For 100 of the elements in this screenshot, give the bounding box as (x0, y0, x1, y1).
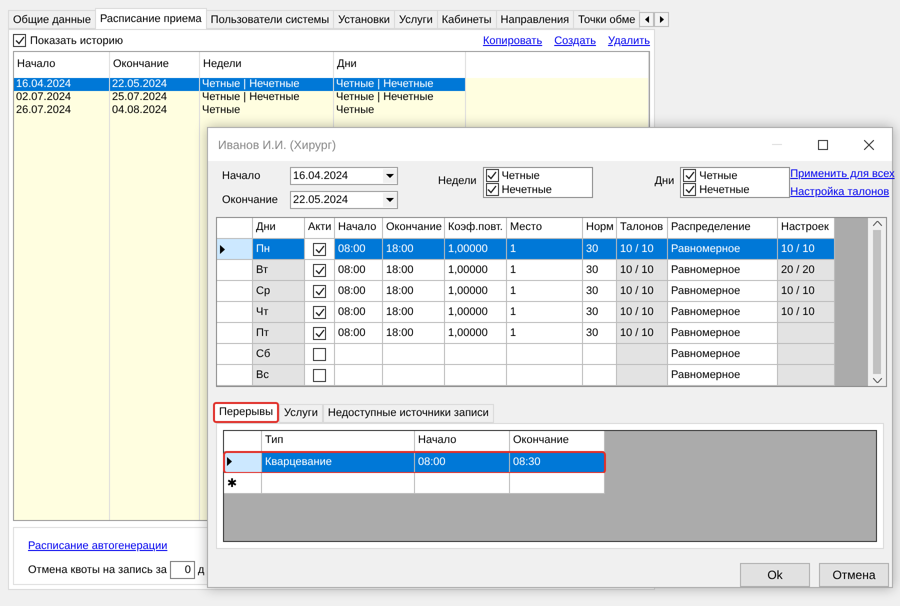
table-cell: 20 / 20 (778, 260, 835, 282)
column-header: Тип (262, 430, 415, 452)
checkbox-label: Четные (699, 170, 738, 182)
table-cell: 08:00 (335, 281, 383, 302)
checkbox[interactable] (313, 242, 326, 256)
tab[interactable]: Перерывы (213, 402, 280, 423)
table-cell: 30 (583, 239, 617, 260)
dialog-button[interactable]: Отмена (819, 563, 889, 587)
tab[interactable]: Общие данные (8, 10, 96, 29)
table-cell: 02.07.2024 (14, 91, 110, 104)
dialog-button[interactable]: Ok (740, 563, 810, 587)
table-cell: 1,00000 (445, 323, 507, 344)
field-label: Окончание (222, 194, 279, 206)
checkbox[interactable] (313, 368, 326, 382)
table-cell: Четные (200, 104, 334, 117)
table-cell: Равномерное (668, 344, 778, 366)
table-cell: Четные (334, 104, 466, 117)
tab[interactable]: Пользователи системы (206, 10, 334, 29)
link[interactable]: Расписание автогенерации (28, 540, 168, 552)
table-cell: Равномерное (668, 260, 778, 282)
table-cell: 10 / 10 (617, 260, 668, 282)
column-header: Коэф.повт. (445, 218, 507, 240)
column-header: Настроек (778, 218, 835, 240)
row-header[interactable] (224, 452, 262, 473)
table-cell: 10 / 10 (617, 239, 668, 260)
link[interactable]: Удалить (608, 34, 650, 46)
group-label: Недели (438, 175, 477, 187)
link[interactable]: Настройка талонов (790, 186, 895, 198)
close-icon (864, 140, 874, 150)
table-cell: 18:00 (383, 281, 445, 302)
table-cell: Пт (253, 323, 305, 344)
tab[interactable]: Услуги (394, 10, 438, 29)
tab[interactable]: Расписание приема (94, 8, 207, 29)
table-row[interactable]: 26.07.2024 04.08.2024 Четные Четные (14, 104, 649, 117)
group-label: Дни (654, 175, 674, 187)
maximize-icon (818, 140, 828, 150)
checkbox[interactable] (313, 306, 326, 319)
table-cell: 18:00 (383, 302, 445, 324)
table-cell: Вт (253, 260, 305, 282)
tab[interactable]: Точки обме (573, 10, 640, 29)
table-cell: 08:30 (510, 452, 605, 473)
checkbox[interactable] (683, 183, 696, 196)
table-row[interactable]: 16.04.2024 22.05.2024 Четные | Нечетные Четные | Нечетные (14, 78, 649, 91)
checkbox[interactable] (313, 284, 326, 298)
checkbox[interactable] (486, 183, 499, 196)
column-header: Дни (253, 218, 305, 240)
table-cell: 18:00 (383, 260, 445, 282)
table-cell: Чт (253, 302, 305, 324)
table-cell: 10 / 10 (778, 239, 835, 260)
table-cell: 1 (507, 239, 583, 260)
checkbox[interactable] (313, 326, 326, 340)
table-cell: 30 (583, 323, 617, 344)
dropdown-icon (383, 193, 397, 207)
table-cell: 18:00 (383, 323, 445, 344)
checkbox[interactable] (13, 34, 26, 47)
table-cell: Четные | Нечетные (334, 78, 466, 91)
column-header: Окончание (383, 218, 445, 240)
link[interactable]: Применить для всех (790, 168, 895, 180)
checkbox[interactable] (683, 169, 696, 182)
table-cell: Равномерное (668, 323, 778, 344)
scroll-left-button[interactable] (639, 12, 654, 27)
table-cell: 08:00 (415, 452, 510, 473)
scrollbar[interactable] (868, 218, 886, 386)
table-cell: 10 / 10 (617, 323, 668, 344)
table-cell: Равномерное (668, 281, 778, 302)
checkbox[interactable] (313, 264, 326, 277)
table-cell: Равномерное (668, 239, 778, 260)
table-cell: 1 (507, 260, 583, 282)
table-row[interactable]: 02.07.2024 25.07.2024 Четные | Нечетные Четные | Нечетные (14, 91, 649, 104)
table-cell: 1,00000 (445, 281, 507, 302)
checkbox[interactable] (313, 348, 326, 361)
table-cell: 10 / 10 (778, 302, 835, 324)
column-header: Распределение (668, 218, 778, 240)
checkbox[interactable] (486, 169, 499, 182)
tab[interactable]: Направления (496, 10, 574, 29)
column-header: Начало (335, 218, 383, 240)
date-field[interactable]: 22.05.2024 (290, 191, 398, 209)
table-cell: 1,00000 (445, 260, 507, 282)
column-header: Окончание (510, 430, 605, 452)
right-triangle-icon (660, 16, 664, 23)
table-cell: 1,00000 (445, 302, 507, 324)
scroll-right-button[interactable] (654, 12, 670, 27)
tab[interactable]: Кабинеты (436, 10, 497, 29)
table-cell: 04.08.2024 (110, 104, 200, 117)
checkbox-label: Показать историю (30, 34, 124, 46)
header-corner (217, 218, 253, 240)
table-cell: 08:00 (335, 302, 383, 324)
tab[interactable]: Услуги (279, 404, 323, 423)
scrollbar-thumb[interactable] (873, 230, 881, 374)
quota-field[interactable]: 0 (170, 561, 195, 579)
row-header[interactable] (217, 239, 253, 260)
table-cell: Четные | Нечетные (334, 91, 466, 104)
table-cell: Пн (253, 239, 305, 260)
tab[interactable]: Недоступные источники записи (322, 404, 494, 423)
link[interactable]: Копировать (482, 34, 542, 46)
new-row-marker: ✱ (224, 472, 262, 494)
date-field[interactable]: 16.04.2024 (290, 167, 398, 185)
table-cell: 26.07.2024 (14, 104, 110, 117)
link[interactable]: Создать (554, 34, 596, 46)
tab[interactable]: Установки (333, 10, 395, 29)
